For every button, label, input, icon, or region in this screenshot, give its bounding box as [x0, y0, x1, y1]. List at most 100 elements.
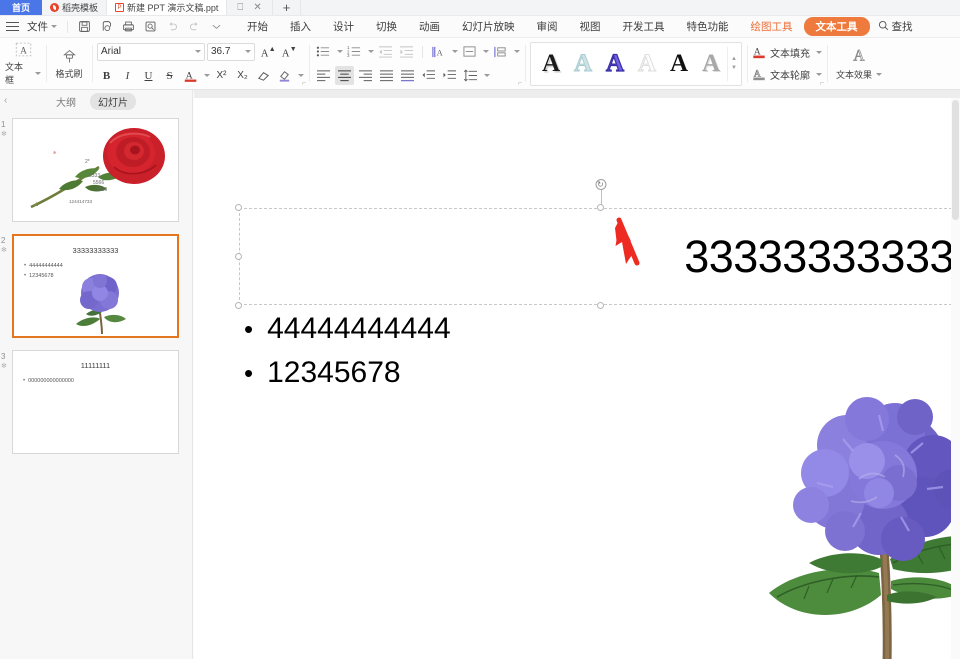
numbered-list-button[interactable]: 123 — [345, 42, 364, 61]
tab-template[interactable]: 稻壳模板 — [42, 0, 108, 15]
wordart-gallery[interactable]: A A A A A A ▲ ▼ — [530, 41, 742, 86]
hamburger-menu-icon[interactable] — [6, 21, 19, 32]
text-fill-button[interactable]: A 文本填充 — [752, 42, 822, 64]
tab-document[interactable]: P 新建 PPT 演示文稿.ppt — [107, 0, 228, 15]
list-item[interactable]: • 12345678 — [244, 354, 644, 392]
new-tab-button[interactable]: + — [273, 0, 302, 15]
convert-smartart-button[interactable] — [491, 42, 510, 61]
file-menu[interactable]: 文件 — [23, 19, 61, 34]
format-painter-button[interactable]: 格式刷 — [51, 41, 87, 87]
wordart-style-4[interactable]: A — [631, 46, 663, 82]
menu-tab-review[interactable]: 审阅 — [526, 17, 569, 36]
text-effects-button[interactable]: A 文本效果 — [832, 41, 886, 87]
current-slide[interactable]: ↻ 33333333333 • 44444444444 • 12345678 — [194, 98, 960, 659]
decrease-indent-2-button[interactable] — [419, 66, 438, 85]
wordart-style-1[interactable]: A — [535, 46, 567, 82]
text-outline-button[interactable]: A 文本轮廓 — [752, 64, 822, 86]
tab-outline[interactable]: 大纲 — [56, 94, 76, 109]
clear-format-icon[interactable] — [254, 66, 273, 85]
close-icon[interactable]: ✕ — [253, 2, 261, 13]
menu-tab-developer[interactable]: 开发工具 — [612, 17, 676, 36]
customize-toolbar-icon[interactable] — [206, 17, 226, 37]
bold-button[interactable]: B — [97, 66, 116, 85]
wordart-style-2[interactable]: A — [567, 46, 599, 82]
list-item[interactable]: 3 ✻ 11111111 000000000000000 — [1, 350, 184, 454]
find-button[interactable]: 查找 — [870, 17, 921, 36]
menu-tab-insert[interactable]: 插入 — [279, 17, 322, 36]
align-text-button[interactable] — [460, 42, 479, 61]
underline-button[interactable]: U — [139, 66, 158, 85]
wordart-style-3[interactable]: A — [599, 46, 631, 82]
bullet-chevron-icon[interactable] — [337, 50, 343, 53]
text-direction-button[interactable]: A — [429, 42, 448, 61]
body-placeholder[interactable]: • 44444444444 • 12345678 — [244, 310, 644, 399]
print-preview-icon[interactable] — [96, 17, 116, 37]
chevron-left-icon[interactable]: ‹ — [4, 95, 7, 106]
menu-tab-animation[interactable]: 动画 — [408, 17, 451, 36]
resize-handle-bottom-center[interactable] — [596, 302, 604, 309]
increase-indent-button[interactable] — [397, 42, 416, 61]
number-chevron-icon[interactable] — [368, 50, 374, 53]
align-right-button[interactable] — [356, 66, 375, 85]
title-placeholder[interactable]: ↻ 33333333333 — [235, 179, 960, 309]
font-size-select[interactable]: 36.7 — [207, 42, 255, 61]
text-styles-dialog-launcher[interactable]: ⌐ — [820, 80, 824, 87]
scrollbar-thumb[interactable] — [952, 100, 959, 220]
decrease-indent-button[interactable] — [376, 42, 395, 61]
find-replace-icon[interactable] — [140, 17, 160, 37]
italic-button[interactable]: I — [118, 66, 137, 85]
slide-thumbnail-3[interactable]: 11111111 000000000000000 — [12, 350, 179, 454]
shrink-font-button[interactable]: A ▼ — [278, 42, 297, 61]
highlight-icon[interactable] — [275, 66, 294, 85]
subscript-button[interactable]: X₂ — [233, 66, 252, 85]
tab-slides[interactable]: 幻灯片 — [90, 92, 136, 110]
resize-handle-top-center[interactable] — [596, 204, 604, 211]
menu-tab-transition[interactable]: 切换 — [365, 17, 408, 36]
grow-font-button[interactable]: A ▲ — [257, 42, 276, 61]
align-center-button[interactable] — [335, 66, 354, 85]
menu-tab-features[interactable]: 特色功能 — [676, 17, 740, 36]
justify-button[interactable] — [377, 66, 396, 85]
menu-tab-slideshow[interactable]: 幻灯片放映 — [451, 17, 526, 36]
save-icon[interactable] — [74, 17, 94, 37]
list-item[interactable]: • 44444444444 — [244, 310, 644, 348]
smartart-chevron-icon[interactable] — [514, 50, 520, 53]
menu-tab-view[interactable]: 视图 — [569, 17, 612, 36]
font-family-select[interactable]: Arial — [97, 42, 205, 61]
resize-handle-top-left[interactable] — [235, 204, 242, 211]
wordart-gallery-scroll[interactable]: ▲ ▼ — [727, 46, 737, 81]
font-color-chevron-icon[interactable] — [204, 74, 210, 77]
slide-thumbnail-1[interactable]: ✻ 2* 3333 5566 2266 124414733 — [12, 118, 179, 222]
superscript-button[interactable]: X² — [212, 66, 231, 85]
paragraph-dialog-launcher[interactable]: ⌐ — [518, 80, 522, 87]
menu-tab-drawing-tools[interactable]: 绘图工具 — [740, 17, 804, 36]
slide-title-text[interactable]: 33333333333 — [684, 231, 954, 283]
hydrangea-flower-image[interactable] — [747, 383, 960, 659]
tab-home[interactable]: 首页 — [0, 0, 43, 15]
font-color-button[interactable]: A — [181, 66, 200, 85]
undo-icon[interactable] — [162, 17, 182, 37]
bullet-list-button[interactable] — [314, 42, 333, 61]
font-dialog-launcher[interactable]: ⌐ — [302, 80, 306, 87]
wordart-style-6[interactable]: A — [695, 46, 727, 82]
list-item[interactable]: 1 ✻ ✻ 2* 3333 5566 2266 124414733 — [1, 118, 184, 222]
slide-thumbnail-2[interactable]: 33333333333 44444444444 12345678 — [12, 234, 179, 338]
text-direction-chevron-icon[interactable] — [452, 50, 458, 53]
rotate-handle[interactable]: ↻ — [595, 179, 606, 190]
increase-indent-2-button[interactable] — [440, 66, 459, 85]
vertical-scrollbar[interactable] — [951, 98, 960, 659]
distribute-button[interactable] — [398, 66, 417, 85]
wordart-style-5[interactable]: A — [663, 46, 695, 82]
resize-handle-bottom-left[interactable] — [235, 302, 242, 309]
line-spacing-button[interactable] — [461, 66, 480, 85]
align-text-chevron-icon[interactable] — [483, 50, 489, 53]
slide-thumbnail-list[interactable]: 1 ✻ ✻ 2* 3333 5566 2266 124414733 2 ✻ 33… — [0, 112, 192, 659]
align-left-button[interactable] — [314, 66, 333, 85]
menu-tab-text-tools[interactable]: 文本工具 — [803, 17, 870, 36]
strikethrough-button[interactable]: S — [160, 66, 179, 85]
menu-tab-design[interactable]: 设计 — [322, 17, 365, 36]
menu-tab-start[interactable]: 开始 — [236, 17, 279, 36]
highlight-chevron-icon[interactable] — [298, 74, 304, 77]
list-item[interactable]: 2 ✻ 33333333333 44444444444 12345678 — [1, 234, 184, 338]
redo-icon[interactable] — [184, 17, 204, 37]
